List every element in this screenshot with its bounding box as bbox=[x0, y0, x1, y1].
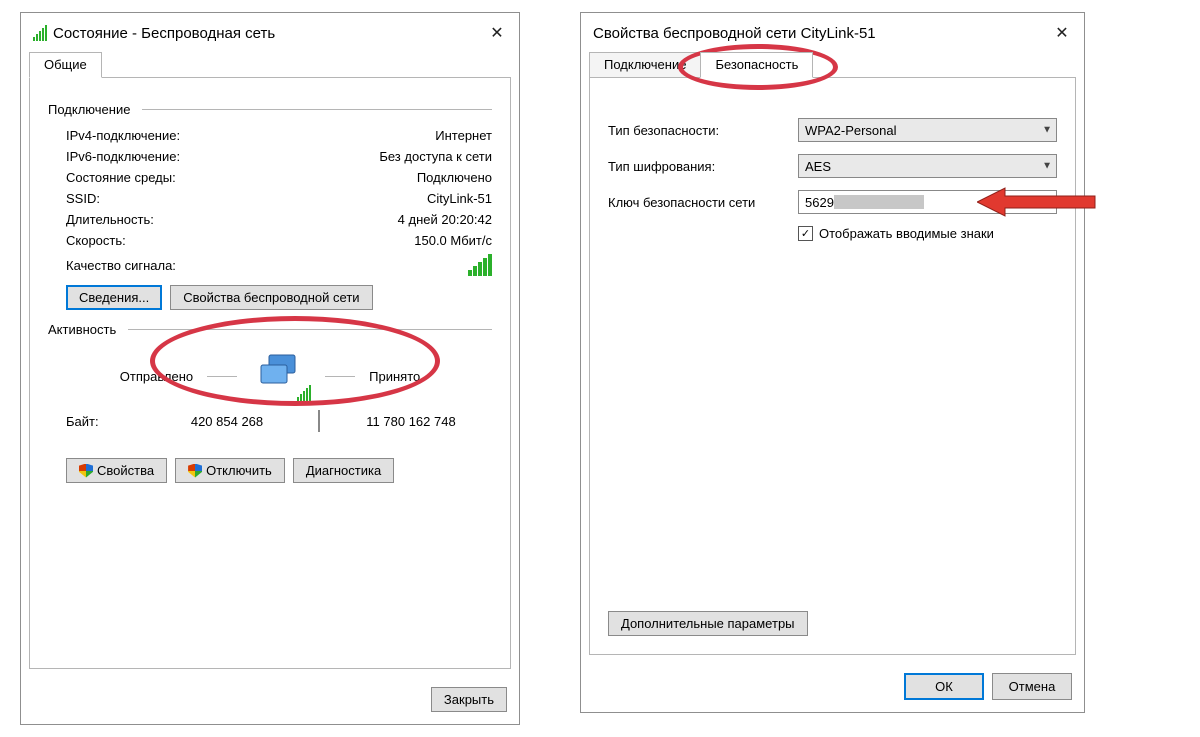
ipv6-value: Без доступа к сети bbox=[379, 149, 492, 164]
bytes-received-value: 11 780 162 748 bbox=[330, 414, 492, 429]
ipv6-label: IPv6-подключение: bbox=[66, 149, 379, 164]
security-key-input[interactable]: 5629 bbox=[798, 190, 1057, 214]
titlebar: Состояние - Беспроводная сеть ✕ bbox=[21, 13, 519, 51]
window-title: Свойства беспроводной сети CityLink-51 bbox=[593, 25, 1050, 42]
ssid-value: CityLink-51 bbox=[427, 191, 492, 206]
group-activity: Активность bbox=[48, 322, 492, 337]
bytes-sent-value: 420 854 268 bbox=[146, 414, 308, 429]
close-button[interactable]: Закрыть bbox=[431, 687, 507, 712]
media-state-value: Подключено bbox=[417, 170, 492, 185]
security-key-label: Ключ безопасности сети bbox=[608, 195, 798, 210]
details-button[interactable]: Сведения... bbox=[66, 285, 162, 310]
shield-icon bbox=[188, 464, 202, 478]
chevron-down-icon: ▼ bbox=[1042, 125, 1052, 136]
speed-value: 150.0 Мбит/с bbox=[414, 233, 492, 248]
chevron-down-icon: ▼ bbox=[1042, 161, 1052, 172]
wireless-network-properties-dialog: Свойства беспроводной сети CityLink-51 ✕… bbox=[580, 12, 1085, 713]
window-title: Состояние - Беспроводная сеть bbox=[53, 25, 485, 42]
security-key-value: 5629 bbox=[805, 195, 834, 210]
media-state-label: Состояние среды: bbox=[66, 170, 417, 185]
signal-quality-label: Качество сигнала: bbox=[66, 258, 468, 273]
show-characters-checkbox[interactable]: ✓ bbox=[798, 226, 813, 241]
tab-security[interactable]: Безопасность bbox=[700, 52, 813, 78]
signal-icon bbox=[33, 25, 47, 41]
cancel-button[interactable]: Отмена bbox=[992, 673, 1072, 700]
duration-label: Длительность: bbox=[66, 212, 398, 227]
activity-row: Отправлено Принято bbox=[48, 345, 492, 407]
group-connection: Подключение bbox=[48, 102, 492, 117]
security-type-value: WPA2-Personal bbox=[805, 123, 897, 138]
ipv4-label: IPv4-подключение: bbox=[66, 128, 435, 143]
signal-bars-icon bbox=[468, 254, 492, 276]
tabstrip: Общие bbox=[21, 52, 519, 78]
speed-label: Скорость: bbox=[66, 233, 414, 248]
security-key-masked bbox=[834, 195, 924, 209]
ipv4-value: Интернет bbox=[435, 128, 492, 143]
bytes-label: Байт: bbox=[66, 414, 146, 429]
disable-button[interactable]: Отключить bbox=[175, 458, 285, 483]
activity-sent-label: Отправлено bbox=[120, 369, 193, 384]
tabstrip: Подключение Безопасность bbox=[581, 52, 1084, 78]
advanced-settings-button[interactable]: Дополнительные параметры bbox=[608, 611, 808, 636]
tab-page-security: Тип безопасности: WPA2-Personal ▼ Тип ши… bbox=[589, 77, 1076, 655]
encryption-type-select[interactable]: AES ▼ bbox=[798, 154, 1057, 178]
duration-value: 4 дней 20:20:42 bbox=[398, 212, 492, 227]
encryption-type-label: Тип шифрования: bbox=[608, 159, 798, 174]
group-connection-title: Подключение bbox=[48, 102, 130, 117]
tab-connection[interactable]: Подключение bbox=[589, 52, 701, 78]
security-type-select[interactable]: WPA2-Personal ▼ bbox=[798, 118, 1057, 142]
ok-button[interactable]: ОК bbox=[904, 673, 984, 700]
wifi-status-dialog: Состояние - Беспроводная сеть ✕ Общие По… bbox=[20, 12, 520, 725]
network-activity-icon bbox=[251, 351, 311, 401]
close-icon[interactable]: ✕ bbox=[1050, 21, 1074, 45]
activity-recv-label: Принято bbox=[369, 369, 420, 384]
security-type-label: Тип безопасности: bbox=[608, 123, 798, 138]
close-icon[interactable]: ✕ bbox=[485, 21, 509, 45]
diagnostics-button[interactable]: Диагностика bbox=[293, 458, 394, 483]
wireless-properties-button[interactable]: Свойства беспроводной сети bbox=[170, 285, 372, 310]
shield-icon bbox=[79, 464, 93, 478]
tab-page-general: Подключение IPv4-подключение:Интернет IP… bbox=[29, 77, 511, 669]
titlebar: Свойства беспроводной сети CityLink-51 ✕ bbox=[581, 13, 1084, 51]
group-activity-title: Активность bbox=[48, 322, 116, 337]
tab-general[interactable]: Общие bbox=[29, 52, 102, 78]
encryption-type-value: AES bbox=[805, 159, 831, 174]
show-characters-label: Отображать вводимые знаки bbox=[819, 226, 994, 241]
ssid-label: SSID: bbox=[66, 191, 427, 206]
properties-button[interactable]: Свойства bbox=[66, 458, 167, 483]
